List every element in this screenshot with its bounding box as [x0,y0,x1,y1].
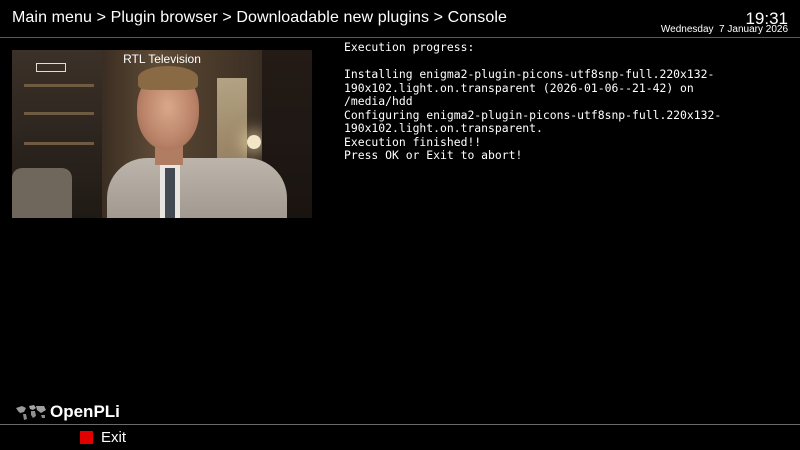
console-line: Configuring enigma2-plugin-picons-utf8sn… [344,107,722,122]
person-tie [165,168,175,218]
background-shelf [24,84,94,87]
person-hair [138,66,198,90]
console-line: Execution finished!! [344,134,482,149]
background-shelf [24,142,94,145]
tv-preview [12,50,312,218]
console-line: 190x102.light.on.transparent (2026-01-06… [344,80,694,95]
header-divider [0,37,800,38]
clock-date: Wednesday 7 January 2026 [660,24,788,35]
background-chair [12,168,72,218]
brand-name: OpenPLi [50,402,120,421]
red-key-icon [80,431,93,444]
breadcrumb: Main menu > Plugin browser > Downloadabl… [12,9,508,26]
console-line: 190x102.light.on.transparent. [344,121,543,135]
background-shelf [24,112,94,115]
background-lamp [247,135,261,149]
console-output: Execution progress: Installing enigma2-p… [344,40,784,163]
world-map-icon [16,405,46,420]
background-window [217,78,247,163]
console-line: Installing enigma2-plugin-picons-utf8snp… [344,67,715,81]
console-line: Press OK or Exit to abort! [344,148,523,162]
console-line: /media/hdd [344,94,413,108]
console-line: Execution progress: [344,40,475,54]
footer-divider [0,424,800,425]
person-coat [107,158,287,218]
brand-logo: OpenPLi [14,401,120,423]
channel-name: RTL Television [123,52,201,66]
exit-label: Exit [101,429,127,446]
header-bar: Main menu > Plugin browser > Downloadabl… [0,0,800,37]
exit-button[interactable]: Exit [80,429,126,446]
